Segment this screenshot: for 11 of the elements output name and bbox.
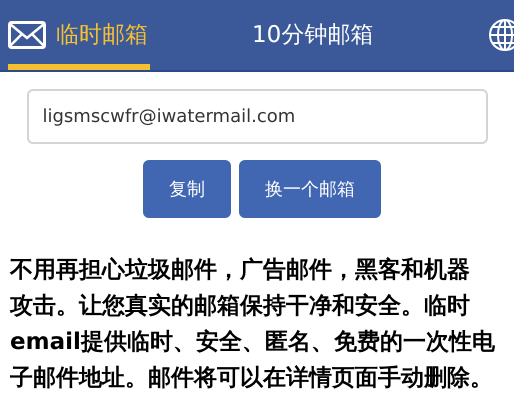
action-button[interactable]: 复制 [143,160,231,218]
nav-tab[interactable]: 临时邮箱 [8,0,150,70]
envelope-icon [8,21,46,49]
nav-tab[interactable]: 10分钟邮箱 [252,0,376,70]
description-text: 子邮件地址。邮件将可以在详情页面手动删除。 [10,364,493,393]
email-field[interactable]: ligsmscwfr@iwatermail.com [26,89,488,144]
globe-icon[interactable] [488,18,514,52]
description-text: 攻击。让您真实的邮箱保持干净和安全。临时 [10,292,470,321]
description-text: 不用再担心垃圾邮件，广告邮件，黑客和机器 [10,256,470,285]
description-text: email提供临时、安全、匿名、免费的一次性电 [10,328,495,357]
action-button[interactable]: 换一个邮箱 [239,160,381,218]
